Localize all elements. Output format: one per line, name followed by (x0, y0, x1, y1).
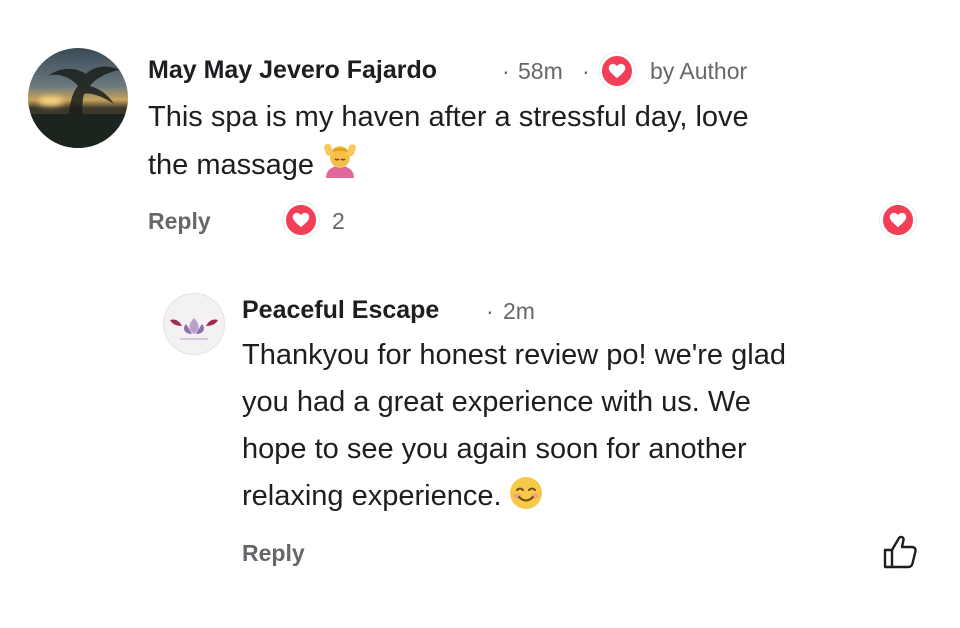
separator-dot: · (582, 58, 590, 84)
reply-button[interactable]: Reply (148, 208, 211, 235)
comment-author-name[interactable]: May May Jevero Fajardo (148, 56, 437, 85)
reaction-heart[interactable] (283, 202, 319, 238)
reply-text-line-4: relaxing experience. (242, 473, 544, 525)
reply-timestamp[interactable]: 2m (503, 298, 535, 325)
avatar-peaceful-escape[interactable] (163, 293, 225, 355)
comment-text-line-2: the massage (148, 140, 360, 194)
reply-text-line-2: you had a great experience with us. We (242, 386, 751, 418)
react-heart-button[interactable] (880, 202, 916, 238)
author-heart-badge (599, 53, 635, 89)
separator-dot: · (486, 298, 494, 324)
spa-logo-icon (170, 318, 218, 340)
comment-text-line-1: This spa is my haven after a stressful d… (148, 101, 749, 133)
separator-dot: · (502, 58, 510, 84)
person-getting-massage-emoji (320, 140, 360, 194)
reply-text-line-3: hope to see you again soon for another (242, 433, 747, 465)
comment-text-line-2-text: the massage (148, 149, 315, 181)
thumbs-up-icon[interactable] (880, 532, 920, 577)
avatar-may-may[interactable] (28, 48, 128, 148)
comment-timestamp[interactable]: 58m (518, 58, 563, 85)
smiling-face-emoji (508, 475, 544, 525)
reply-text-line-1: Thankyou for honest review po! we're gla… (242, 339, 786, 371)
heart-icon (292, 212, 310, 228)
reply-to-reply-button[interactable]: Reply (242, 540, 305, 567)
reply-author-name[interactable]: Peaceful Escape (242, 296, 439, 325)
reply-text-line-4-text: relaxing experience. (242, 480, 502, 512)
author-badge-label: by Author (650, 58, 748, 84)
heart-icon (889, 212, 907, 228)
reaction-count[interactable]: 2 (332, 208, 345, 235)
heart-icon (608, 63, 626, 79)
